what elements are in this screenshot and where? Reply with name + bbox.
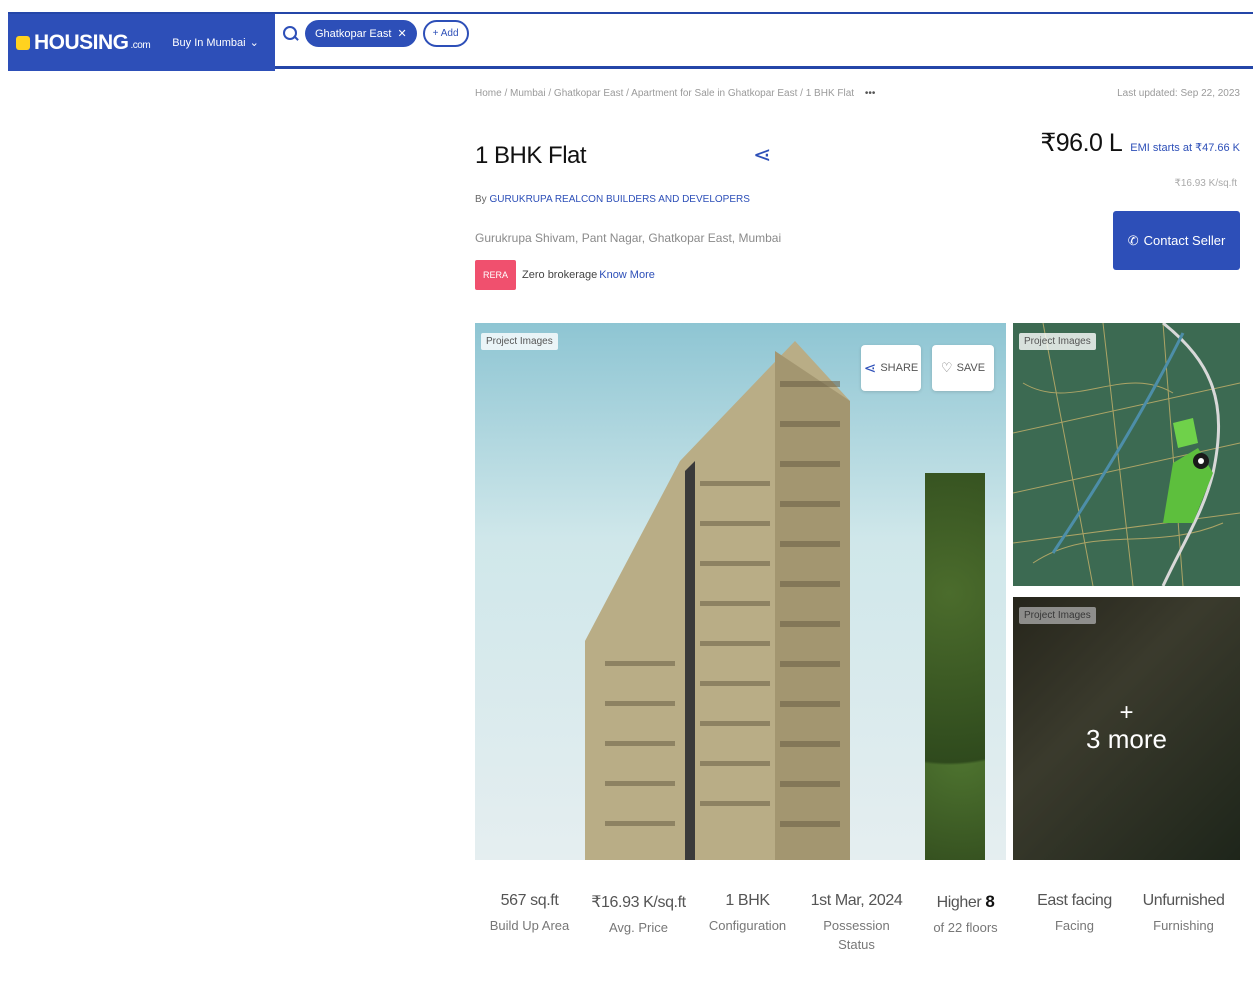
search-icon — [281, 25, 299, 43]
aerial-thumbnail[interactable]: Project Images + 3 more — [1013, 597, 1240, 860]
logo-text: HOUSING — [34, 30, 129, 54]
emi-link[interactable]: EMI starts at ₹47.66 K — [1130, 141, 1240, 154]
price-block: ₹96.0 L EMI starts at ₹47.66 K — [1040, 128, 1240, 158]
stat-furnishing: Unfurnished Furnishing — [1142, 892, 1225, 933]
plus-icon: + — [1119, 699, 1134, 726]
save-label: SAVE — [956, 362, 986, 374]
zero-brokerage-text: Zero brokerage — [522, 269, 598, 281]
property-stats: 567 sq.ft Build Up Area ₹16.93 K/sq.ft A… — [475, 892, 1245, 954]
price-per-sqft: ₹16.93 K/sq.ft — [1174, 178, 1237, 189]
top-header: HOUSING .com Buy In Mumbai ⌄ Ghatkopar E… — [8, 12, 1253, 71]
map-thumbnail-tag: Project Images — [1019, 333, 1096, 350]
search-chip-label: Ghatkopar East — [315, 27, 392, 40]
search-box[interactable]: Ghatkopar East ✕ + Add — [281, 20, 469, 47]
phone-icon: ✆ — [1127, 232, 1139, 248]
main-project-image[interactable]: Project Images ⋖ SHARE ♡ SAVE — [475, 323, 1006, 860]
city-select[interactable]: Buy In Mumbai ⌄ — [172, 36, 259, 50]
stat-configuration: 1 BHK Configuration — [708, 892, 787, 933]
map-illustration — [1013, 323, 1240, 586]
last-updated: Last updated: Sep 22, 2023 — [1117, 88, 1240, 99]
brokerage-row: RERA Zero brokerage Know More — [475, 260, 655, 290]
more-icon[interactable]: ••• — [865, 88, 876, 99]
listing-price: ₹96.0 L — [1040, 129, 1123, 157]
share-icon: ⋖ — [863, 360, 877, 377]
search-chip-locality[interactable]: Ghatkopar East ✕ — [305, 20, 417, 47]
more-images-count: 3 more — [1086, 724, 1167, 754]
share-label: SHARE — [880, 362, 919, 374]
contact-seller-button[interactable]: ✆ Contact Seller — [1113, 211, 1240, 270]
stat-avg-price: ₹16.93 K/sq.ft Avg. Price — [591, 894, 686, 935]
city-select-label: Buy In Mumbai — [172, 36, 246, 49]
contact-seller-label: Contact Seller — [1143, 233, 1226, 248]
breadcrumb-row: Home / Mumbai / Ghatkopar East / Apartme… — [475, 88, 1240, 99]
close-icon[interactable]: ✕ — [397, 27, 406, 40]
know-more-link[interactable]: Know More — [599, 269, 655, 281]
listing-address: Gurukrupa Shivam, Pant Nagar, Ghatkopar … — [475, 231, 782, 245]
header-brand-bar: HOUSING .com Buy In Mumbai ⌄ — [8, 14, 275, 71]
stat-floor: Higher 8 of 22 floors — [933, 892, 998, 935]
logo-icon — [16, 35, 30, 50]
share-button[interactable]: ⋖ SHARE — [861, 345, 921, 391]
share-icon[interactable]: ⋖ — [753, 142, 771, 168]
listing-title: 1 BHK Flat — [475, 142, 587, 169]
housing-logo[interactable]: HOUSING .com — [16, 30, 151, 55]
more-images-overlay[interactable]: + 3 more — [1013, 597, 1240, 860]
main-image-tag: Project Images — [481, 333, 558, 350]
map-thumbnail[interactable]: Project Images — [1013, 323, 1240, 586]
save-button[interactable]: ♡ SAVE — [932, 345, 994, 391]
chevron-down-icon: ⌄ — [249, 37, 259, 49]
builder-link[interactable]: By GURUKRUPA REALCON BUILDERS AND DEVELO… — [475, 194, 750, 205]
stat-possession: 1st Mar, 2024 Possession Status — [810, 892, 903, 952]
tree-decoration — [925, 473, 985, 860]
heart-icon: ♡ — [940, 360, 953, 375]
stat-build-up-area: 567 sq.ft Build Up Area — [489, 892, 570, 933]
breadcrumb[interactable]: Home / Mumbai / Ghatkopar East / Apartme… — [475, 88, 875, 99]
building-illustration — [585, 341, 850, 860]
stat-facing: East facing Facing — [1037, 892, 1112, 933]
add-locality-button[interactable]: + Add — [422, 20, 469, 47]
logo-suffix: .com — [130, 40, 151, 51]
rera-badge: RERA — [475, 260, 517, 290]
